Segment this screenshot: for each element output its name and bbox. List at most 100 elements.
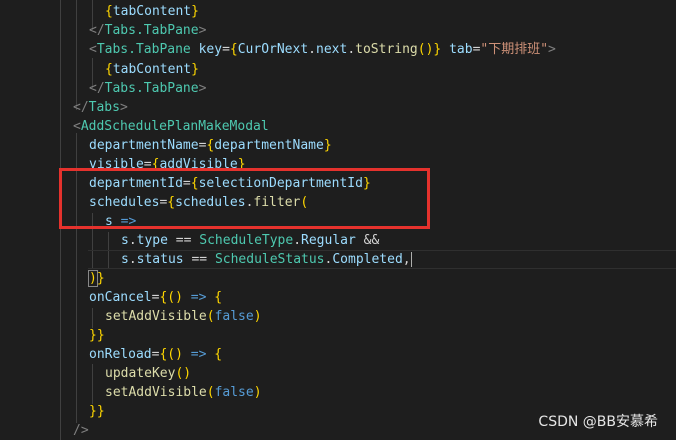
code-token: Regular xyxy=(301,233,356,248)
code-line[interactable]: onCancel={() => { xyxy=(89,288,222,307)
code-token: } xyxy=(191,62,199,77)
code-token: setAddVisible xyxy=(105,309,207,324)
code-token: Tabs.TabPane xyxy=(104,81,199,96)
code-token: == xyxy=(183,252,215,267)
indent-guide xyxy=(92,308,93,328)
code-token: tab xyxy=(449,42,473,57)
code-line[interactable]: departmentName={departmentName} xyxy=(89,136,332,155)
code-token: }} xyxy=(89,404,105,419)
code-token: updateKey xyxy=(105,366,176,381)
code-token: . xyxy=(347,42,356,57)
code-token: ScheduleType xyxy=(199,233,294,248)
code-token: () xyxy=(417,42,434,57)
code-token: status xyxy=(136,252,184,267)
code-line[interactable]: }} xyxy=(89,326,105,345)
code-token: departmentName xyxy=(89,138,199,153)
code-line[interactable]: {tabContent} xyxy=(105,2,199,21)
code-line[interactable]: }} xyxy=(89,402,105,421)
code-token: { xyxy=(105,62,113,77)
code-token: Tabs.TabPane xyxy=(96,42,191,57)
code-token: . xyxy=(128,233,137,248)
code-token: ( xyxy=(206,385,215,400)
code-token: => xyxy=(182,290,215,305)
code-token: /> xyxy=(73,423,89,438)
code-token: </ xyxy=(73,100,89,115)
code-line[interactable]: setAddVisible(false) xyxy=(105,383,262,402)
code-token: > xyxy=(119,100,128,115)
code-token: . xyxy=(308,42,316,57)
code-token: CurOrNext xyxy=(237,42,309,57)
code-token: toString xyxy=(355,42,418,57)
code-token: > xyxy=(198,81,207,96)
code-line[interactable]: s.type == ScheduleType.Regular && xyxy=(121,231,379,250)
indent-guide xyxy=(76,0,77,110)
code-token: s xyxy=(121,233,129,248)
code-token: tabContent xyxy=(112,62,192,77)
highlight-box xyxy=(59,168,430,229)
code-line[interactable]: updateKey() xyxy=(105,364,191,383)
indent-guide xyxy=(60,0,61,110)
code-token: Tabs xyxy=(88,100,120,115)
code-token: ScheduleStatus xyxy=(214,252,325,267)
code-line[interactable]: </Tabs.TabPane> xyxy=(89,21,206,40)
indent-guide xyxy=(60,110,61,440)
watermark: CSDN @BB安慕希 xyxy=(538,414,658,430)
code-token: "下期排班" xyxy=(480,42,549,57)
code-token: && xyxy=(355,233,380,248)
code-token: . xyxy=(293,233,302,248)
code-line[interactable]: {tabContent} xyxy=(105,60,199,79)
indent-guide xyxy=(92,364,93,404)
code-line[interactable]: s.status == ScheduleStatus.Completed, xyxy=(121,250,412,269)
code-token: > xyxy=(548,42,556,57)
code-token: { xyxy=(214,347,223,362)
code-token: key xyxy=(198,42,223,57)
code-token: } xyxy=(96,271,105,286)
code-token: == xyxy=(167,233,200,248)
code-token: } xyxy=(323,138,332,153)
code-token: onReload xyxy=(89,347,152,362)
code-line[interactable]: setAddVisible(false) xyxy=(105,307,262,326)
code-line[interactable]: <Tabs.TabPane key={CurOrNext.next.toStri… xyxy=(89,40,556,59)
code-token: ) xyxy=(88,270,98,287)
code-token: AddSchedulePlanMakeModal xyxy=(80,119,269,134)
code-token: < xyxy=(89,42,97,57)
code-token: s xyxy=(121,252,129,267)
code-token: Tabs.TabPane xyxy=(104,23,199,38)
code-token: = xyxy=(222,42,230,57)
code-line[interactable]: <AddSchedulePlanMakeModal xyxy=(73,117,269,136)
code-token: } xyxy=(191,4,199,19)
code-line[interactable]: onReload={() => { xyxy=(89,345,222,364)
code-token: onCancel xyxy=(89,290,152,305)
code-token: { xyxy=(105,4,113,19)
code-token: }} xyxy=(89,328,105,343)
code-token: () xyxy=(167,290,183,305)
code-token: => xyxy=(182,347,215,362)
code-token: ) xyxy=(253,385,262,400)
text-cursor xyxy=(410,252,412,267)
code-token: ( xyxy=(206,309,215,324)
code-token: tabContent xyxy=(112,4,192,19)
code-token: Completed xyxy=(332,252,403,267)
code-token: type xyxy=(136,233,168,248)
code-token: , xyxy=(402,252,411,267)
code-token: next xyxy=(316,42,348,57)
code-token: false xyxy=(214,309,254,324)
code-token: { xyxy=(214,290,223,305)
code-token: > xyxy=(198,23,207,38)
code-token: () xyxy=(167,347,183,362)
code-token: </ xyxy=(89,81,105,96)
code-token: { xyxy=(229,42,238,57)
code-token: < xyxy=(73,119,81,134)
code-line[interactable]: /> xyxy=(73,421,89,440)
code-token: ) xyxy=(253,309,262,324)
code-token: </ xyxy=(89,23,105,38)
code-token: setAddVisible xyxy=(105,385,207,400)
code-token: . xyxy=(128,252,137,267)
code-token: departmentName xyxy=(214,138,324,153)
code-line[interactable]: </Tabs> xyxy=(73,98,128,117)
code-editor[interactable]: {tabContent} </Tabs.TabPane> <Tabs.TabPane… xyxy=(0,0,676,440)
code-line[interactable]: </Tabs.TabPane> xyxy=(89,79,206,98)
code-line[interactable]: )} xyxy=(88,269,105,288)
